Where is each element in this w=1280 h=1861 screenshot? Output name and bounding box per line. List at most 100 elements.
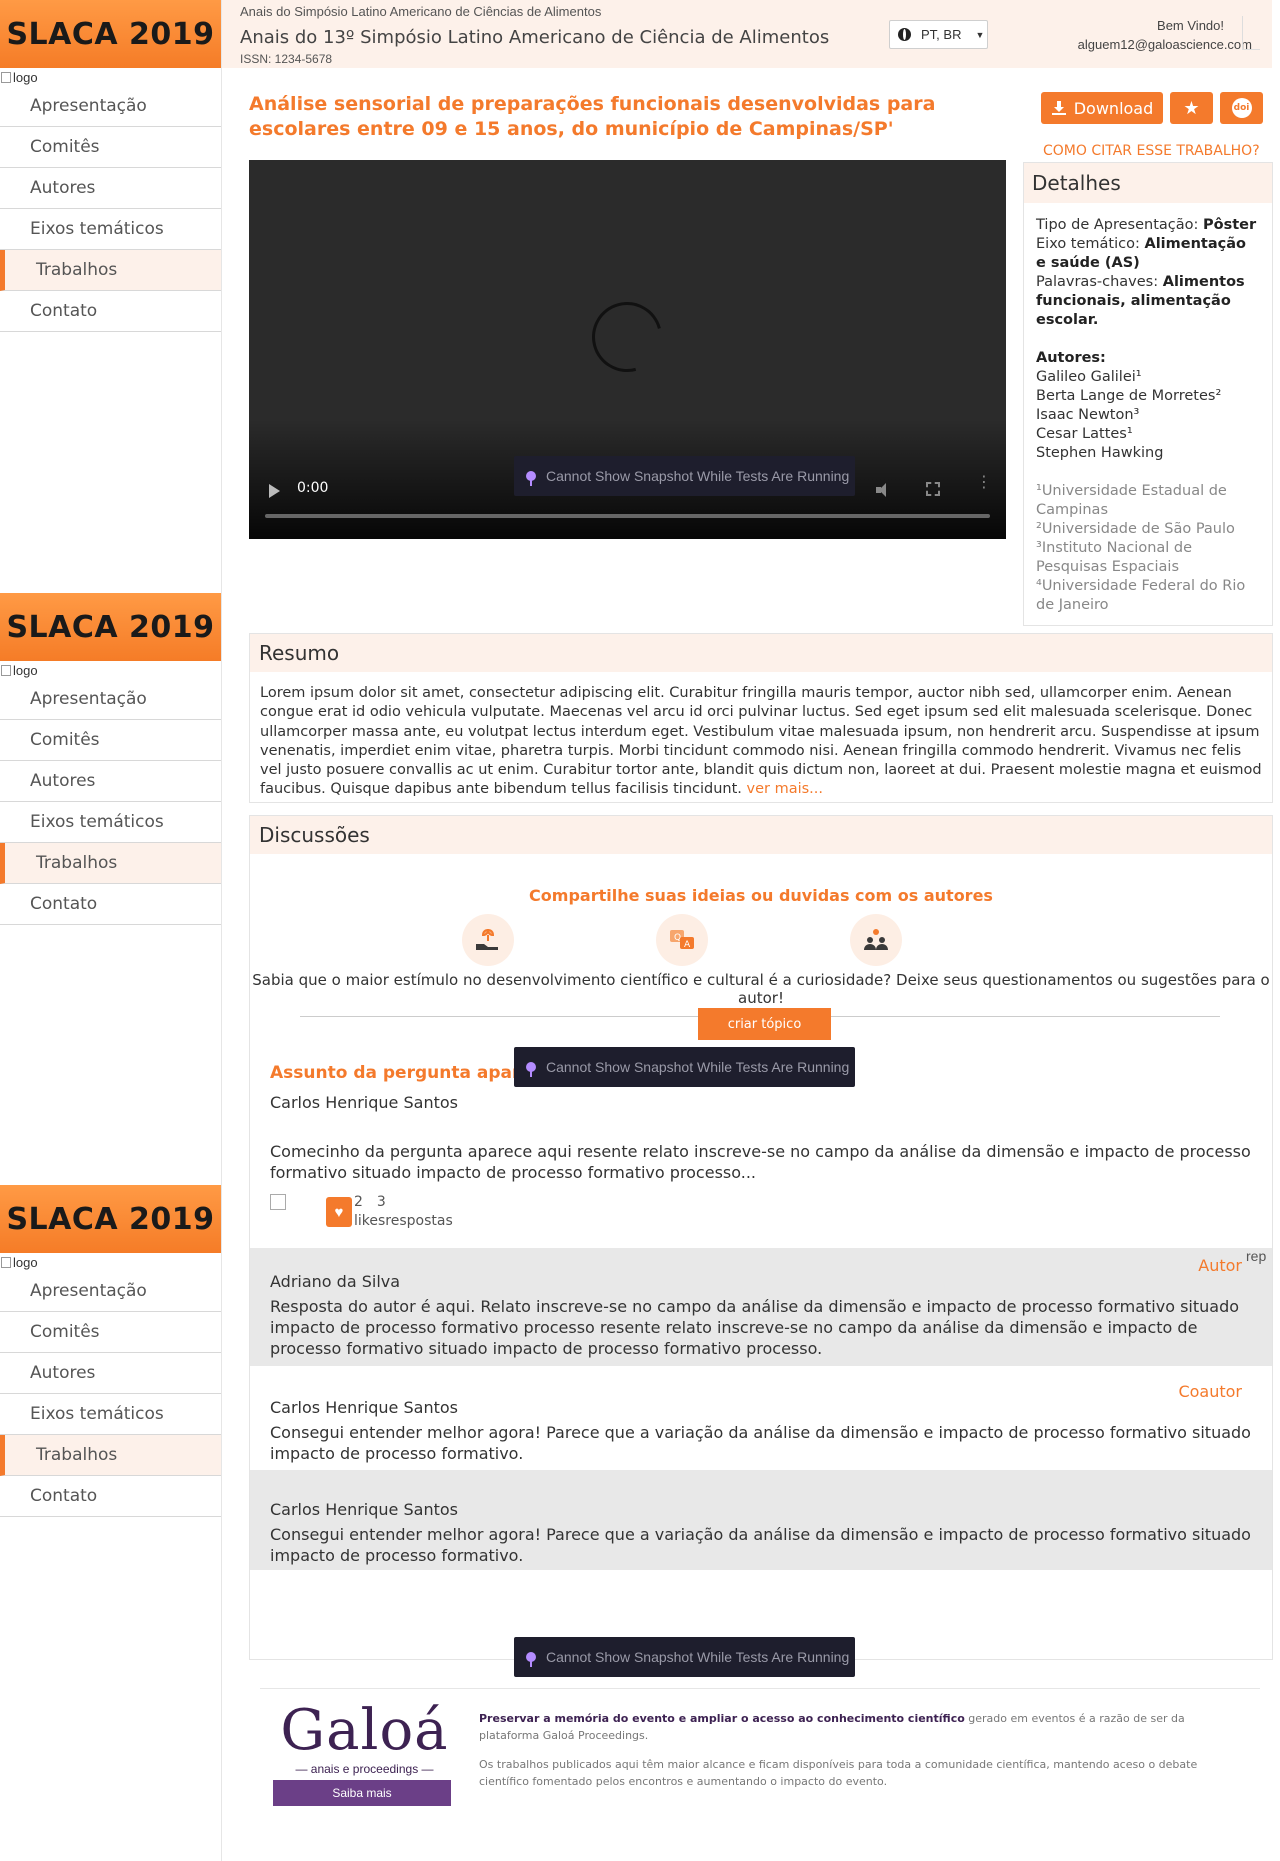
footer-divider [260, 1688, 1260, 1689]
caret-down-icon: ▼ [975, 29, 985, 40]
author-name: Stephen Hawking [1036, 445, 1164, 461]
details-panel: Detalhes Tipo de Apresentação: Pôster Ei… [1023, 162, 1273, 626]
sidebar: SLACA 2019 logo Apresentação Comitês Aut… [0, 1185, 221, 1517]
language-value: PT, BR [921, 27, 962, 42]
sidebar-item-apresentacao[interactable]: Apresentação [0, 86, 221, 127]
eixo-label: Eixo temático: [1036, 236, 1145, 252]
doi-icon: doi [1231, 98, 1252, 118]
more-vertical-icon[interactable]: ⋮ [976, 475, 992, 498]
doi-button[interactable]: doi [1220, 92, 1263, 124]
reply-text: Resposta do autor é aqui. Relato inscrev… [270, 1297, 1240, 1358]
sidebar-item-trabalhos[interactable]: Trabalhos [0, 250, 221, 291]
details-heading: Detalhes [1024, 163, 1272, 203]
institution: ²Universidade de São Paulo [1036, 521, 1235, 537]
download-icon [1051, 101, 1066, 115]
user-email: alguem12@galoascience.com [1077, 37, 1252, 52]
event-subtitle: Anais do Simpósio Latino Americano de Ci… [240, 4, 602, 19]
reply-item: Autor rep Adriano da Silva Resposta do a… [250, 1248, 1272, 1366]
snapshot-toast: Cannot Show Snapshot While Tests Are Run… [514, 1047, 855, 1087]
sidebar-item-autores[interactable]: Autores [0, 761, 221, 802]
brand-logo[interactable]: SLACA 2019 [0, 593, 221, 661]
sidebar-item-autores[interactable]: Autores [0, 1353, 221, 1394]
svg-text:A: A [684, 940, 691, 950]
brand-logo[interactable]: SLACA 2019 [0, 1185, 221, 1253]
sidebar-item-comites[interactable]: Comitês [0, 720, 221, 761]
download-button[interactable]: Download [1041, 92, 1163, 124]
logo-image: logo [0, 661, 221, 679]
sidebar-divider [221, 0, 222, 1861]
footer-text: Preservar a memória do evento e ampliar … [479, 1710, 1199, 1802]
welcome-text: Bem Vindo! [1157, 18, 1224, 33]
share-title: Compartilhe suas ideias ou duvidas com o… [529, 886, 993, 905]
cite-link[interactable]: COMO CITAR ESSE TRABALHO? [1043, 143, 1260, 159]
sidebar-item-trabalhos[interactable]: Trabalhos [0, 843, 221, 884]
sidebar-item-trabalhos[interactable]: Trabalhos [0, 1435, 221, 1476]
ver-mais-link[interactable]: ver mais... [747, 781, 824, 797]
galoa-logo[interactable]: Galoá — anais e proceedings — Saiba mais [273, 1700, 456, 1806]
brand-logo[interactable]: SLACA 2019 [0, 0, 221, 68]
logo-alt-text: logo [13, 1254, 38, 1270]
sidebar-item-eixos[interactable]: Eixos temáticos [0, 1394, 221, 1435]
sidebar-item-contato[interactable]: Contato [0, 884, 221, 925]
avatar[interactable] [1242, 16, 1260, 50]
discussoes-heading: Discussões [250, 816, 1272, 854]
video-time: 0:00 [297, 480, 329, 496]
replies-count: 3 [376, 1194, 386, 1210]
sidebar-item-eixos[interactable]: Eixos temáticos [0, 209, 221, 250]
sidebar-item-comites[interactable]: Comitês [0, 1312, 221, 1353]
globe-icon [898, 28, 911, 41]
volume-icon[interactable] [876, 483, 892, 497]
footer-bold: Preservar a memória do evento e ampliar … [479, 1712, 965, 1725]
question-author: Carlos Henrique Santos [270, 1093, 458, 1112]
article-title: Análise sensorial de preparações funcion… [249, 93, 936, 140]
sidebar-item-comites[interactable]: Comitês [0, 127, 221, 168]
autores-label: Autores: [1036, 350, 1106, 366]
likes-count: 2 [354, 1194, 363, 1210]
broken-image-icon [270, 1194, 286, 1210]
saiba-mais-button[interactable]: Saiba mais [273, 1780, 451, 1806]
sidebar: SLACA 2019 logo Apresentação Comitês Aut… [0, 0, 221, 332]
fullscreen-icon[interactable] [926, 482, 940, 496]
like-button[interactable]: ♥ [326, 1197, 352, 1227]
video-progress-bar[interactable] [265, 514, 990, 518]
sidebar-item-apresentacao[interactable]: Apresentação [0, 679, 221, 720]
galoa-tagline: — anais e proceedings — [295, 1762, 434, 1776]
heart-icon: ♥ [334, 1203, 344, 1221]
tipo-value: Pôster [1203, 217, 1257, 233]
reply-item: Coautor Carlos Henrique Santos Consegui … [250, 1368, 1272, 1468]
question-stats: 23 likesrespostas [354, 1193, 453, 1231]
question-text: Comecinho da pergunta aparece aqui resen… [270, 1142, 1251, 1182]
loading-spinner-icon [579, 289, 675, 385]
language-select[interactable]: PT, BR ▼ [889, 20, 988, 49]
footer-p2: Os trabalhos publicados aqui têm maior a… [479, 1758, 1198, 1788]
create-topic-button[interactable]: criar tópico [698, 1008, 831, 1040]
sidebar-item-eixos[interactable]: Eixos temáticos [0, 802, 221, 843]
favorite-button[interactable]: ★ [1170, 92, 1213, 124]
toast-text: Cannot Show Snapshot While Tests Are Run… [546, 468, 850, 484]
sidebar-item-autores[interactable]: Autores [0, 168, 221, 209]
sidebar-item-apresentacao[interactable]: Apresentação [0, 1271, 221, 1312]
resumo-heading: Resumo [250, 634, 1272, 672]
play-icon[interactable] [269, 484, 280, 498]
snapshot-toast: Cannot Show Snapshot While Tests Are Run… [514, 1637, 855, 1677]
top-header: Anais do Simpósio Latino Americano de Ci… [222, 0, 1272, 68]
logo-image: logo [0, 1253, 221, 1271]
reply-author: Carlos Henrique Santos [270, 1500, 458, 1519]
star-icon: ★ [1183, 97, 1200, 119]
galoa-wordmark: Galoá [280, 1698, 449, 1763]
reply-text: Consegui entender melhor agora! Parece q… [270, 1423, 1251, 1463]
tipo-label: Tipo de Apresentação: [1036, 217, 1204, 233]
reply-image[interactable]: rep [1246, 1248, 1266, 1282]
user-info[interactable]: Bem Vindo! alguem12@galoascience.com [1032, 16, 1252, 54]
download-label: Download [1073, 98, 1154, 118]
pin-icon [526, 471, 536, 486]
sidebar-item-contato[interactable]: Contato [0, 1476, 221, 1517]
people-icon [850, 914, 902, 966]
plant-hand-icon [462, 914, 514, 966]
sidebar-item-contato[interactable]: Contato [0, 291, 221, 332]
qa-icon: QA [656, 914, 708, 966]
issn-label: ISSN: 1234-5678 [240, 52, 333, 66]
likes-label: likes [354, 1213, 386, 1229]
institution: ³Instituto Nacional de Pesquisas Espacia… [1036, 540, 1193, 575]
resumo-panel: Resumo Lorem ipsum dolor sit amet, conse… [249, 633, 1273, 803]
